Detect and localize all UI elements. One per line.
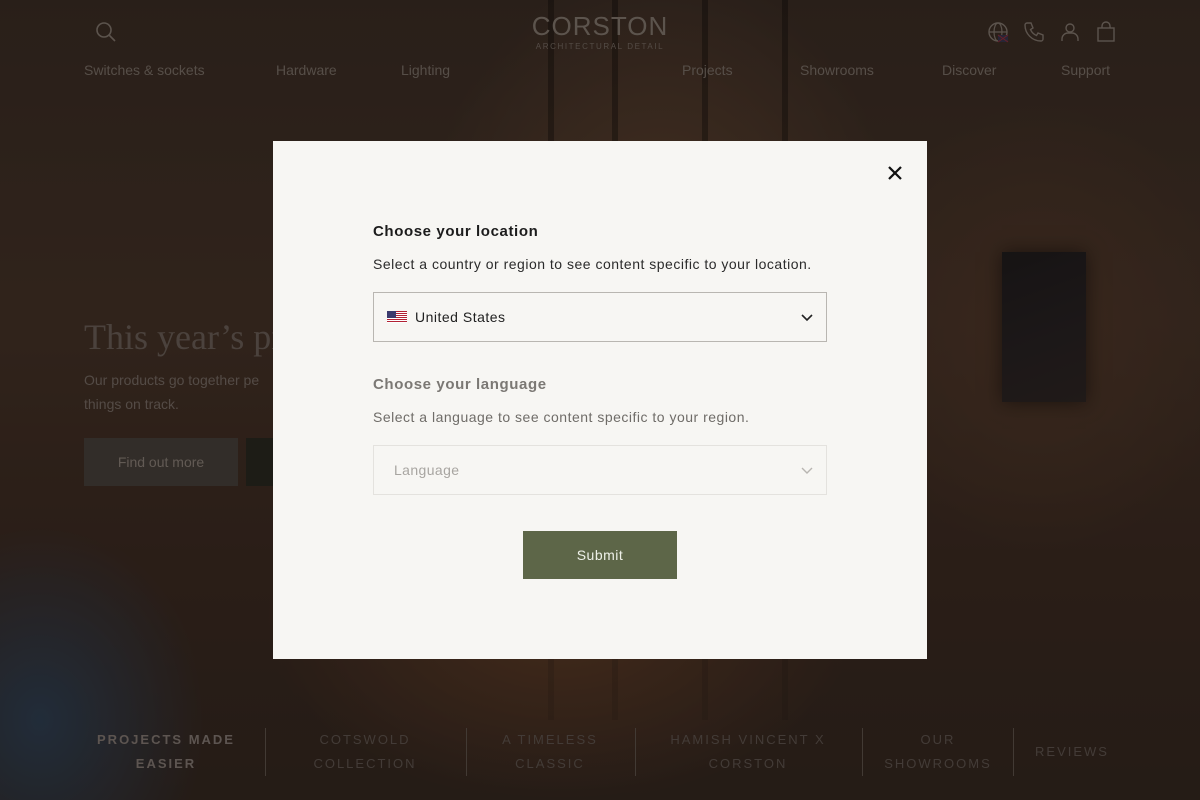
chevron-down-icon <box>801 314 813 322</box>
language-description: Select a language to see content specifi… <box>373 409 750 425</box>
language-placeholder: Language <box>394 462 460 478</box>
modal-body: Choose your location Select a country or… <box>373 221 827 495</box>
us-flag-icon <box>387 311 407 323</box>
location-modal: Choose your location Select a country or… <box>273 141 927 659</box>
location-select[interactable]: United States <box>373 292 827 342</box>
chevron-down-icon <box>801 467 813 474</box>
location-selected-value: United States <box>415 309 506 325</box>
language-select[interactable]: Language <box>373 445 827 495</box>
language-title: Choose your language <box>373 376 547 393</box>
close-icon[interactable] <box>883 161 907 185</box>
location-title: Choose your location <box>373 223 539 240</box>
submit-button[interactable]: Submit <box>523 531 677 579</box>
location-description: Select a country or region to see conten… <box>373 256 812 272</box>
